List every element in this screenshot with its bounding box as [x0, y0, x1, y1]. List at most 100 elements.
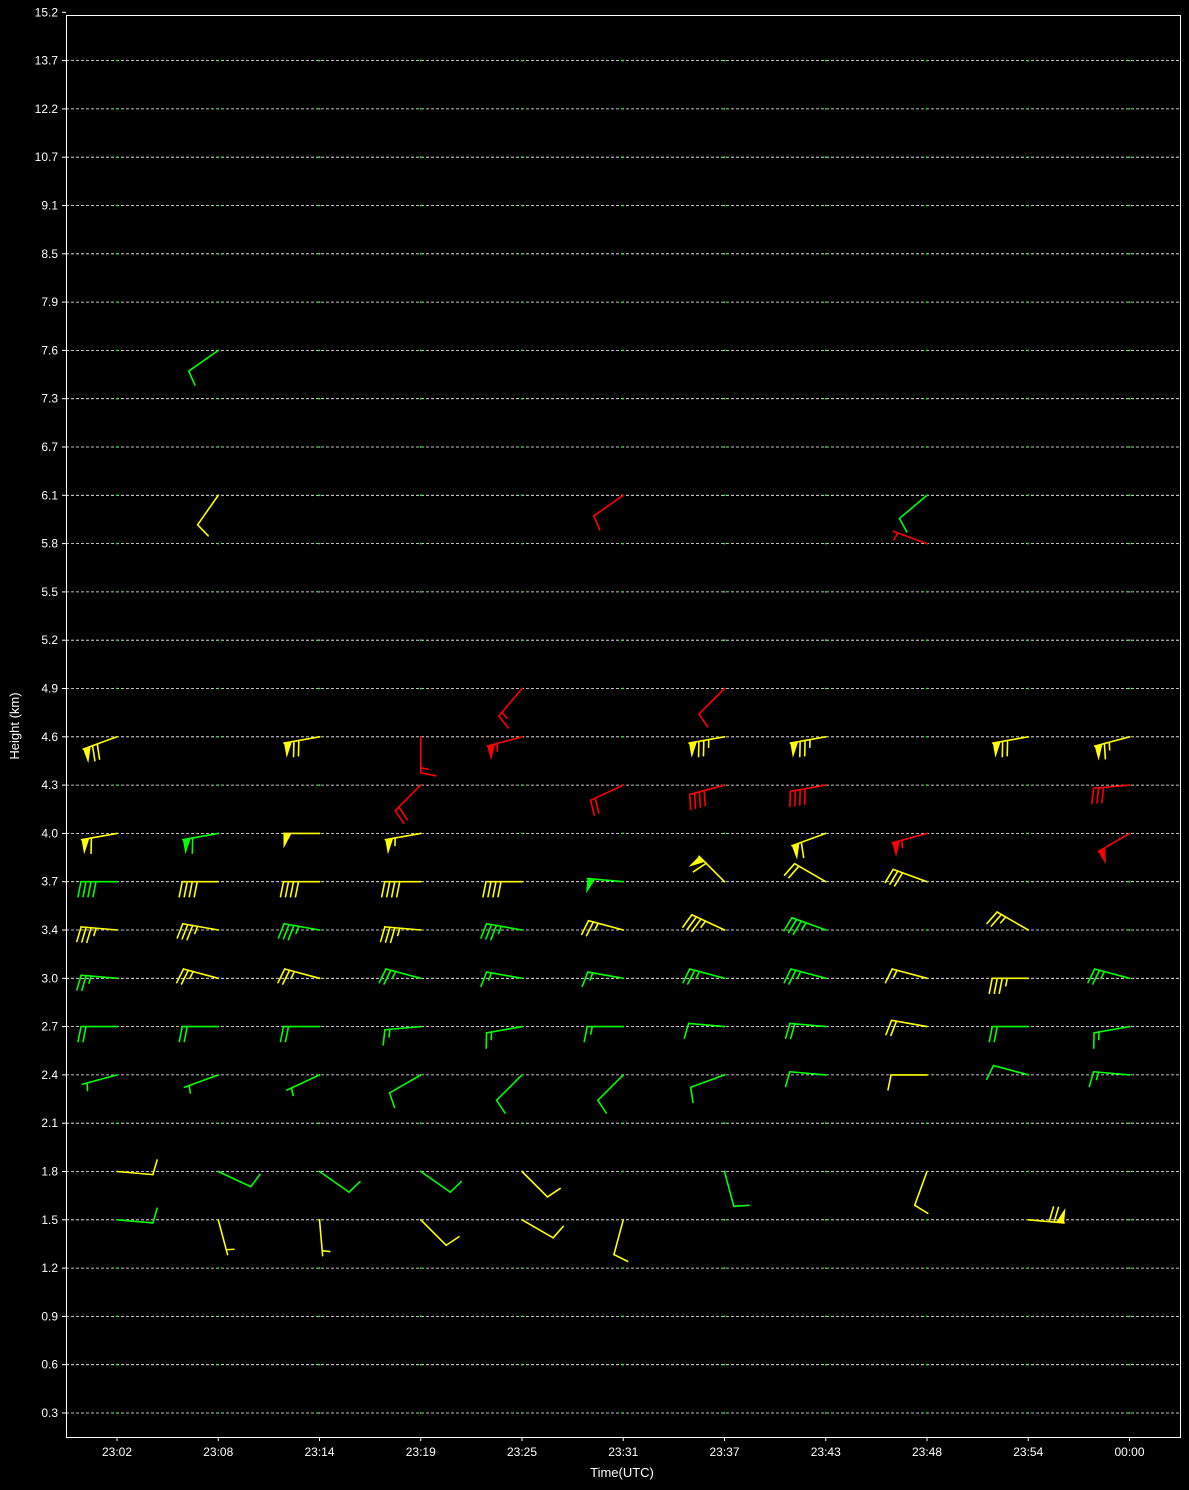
- calm-marker: [622, 204, 625, 207]
- calm-marker: [824, 397, 827, 400]
- calm-marker: [926, 639, 928, 642]
- calm-marker: [419, 591, 422, 593]
- calm-marker: [217, 397, 220, 400]
- calm-marker: [1128, 1267, 1131, 1269]
- y-tick-label: 2.1: [41, 1116, 58, 1130]
- calm-marker: [521, 639, 523, 642]
- calm-marker: [824, 542, 827, 545]
- x-tick-label: 23:25: [507, 1445, 537, 1459]
- calm-marker: [521, 591, 523, 593]
- calm-marker: [723, 1218, 726, 1221]
- calm-marker: [1128, 1363, 1131, 1366]
- calm-marker: [926, 687, 928, 690]
- calm-marker: [116, 494, 118, 497]
- calm-marker: [318, 1122, 321, 1125]
- calm-marker: [824, 1122, 827, 1125]
- calm-marker: [1027, 1412, 1030, 1414]
- calm-marker: [926, 446, 928, 448]
- y-tick-label: 15.2: [35, 5, 59, 19]
- calm-marker: [1027, 156, 1030, 159]
- barb-full-flag: [698, 791, 702, 808]
- calm-marker: [318, 494, 321, 497]
- calm-marker: [723, 1122, 726, 1125]
- x-tick-label: 23:48: [912, 1445, 942, 1459]
- calm-marker: [318, 1267, 321, 1269]
- y-tick-label: 2.7: [41, 1020, 58, 1034]
- calm-marker: [926, 59, 928, 62]
- calm-marker: [318, 204, 321, 207]
- calm-marker: [723, 204, 726, 207]
- calm-marker: [622, 1122, 625, 1125]
- barb-full-flag: [733, 1204, 750, 1208]
- y-tick-label: 12.2: [35, 102, 59, 116]
- calm-marker: [1128, 1218, 1131, 1221]
- y-tick-label: 4.6: [41, 730, 58, 744]
- calm-marker: [1027, 1315, 1030, 1318]
- calm-marker: [521, 1412, 523, 1414]
- calm-marker: [622, 639, 625, 642]
- calm-marker: [116, 59, 118, 62]
- calm-marker: [926, 301, 928, 303]
- x-tick-label: 23:14: [304, 1445, 334, 1459]
- calm-marker: [1027, 542, 1030, 545]
- y-tick-label: 1.5: [41, 1213, 58, 1227]
- calm-marker: [318, 59, 321, 62]
- calm-marker: [521, 784, 523, 786]
- calm-marker: [1128, 252, 1131, 255]
- calm-marker: [1128, 880, 1131, 883]
- calm-marker: [217, 639, 220, 642]
- calm-marker: [1128, 1412, 1131, 1414]
- calm-marker: [1027, 1122, 1030, 1125]
- calm-marker: [723, 108, 726, 110]
- calm-marker: [419, 252, 422, 255]
- calm-marker: [723, 156, 726, 159]
- calm-marker: [824, 591, 827, 593]
- calm-marker: [116, 687, 118, 690]
- calm-marker: [824, 1218, 827, 1221]
- calm-marker: [723, 349, 726, 352]
- calm-marker: [419, 301, 422, 303]
- calm-marker: [622, 1412, 625, 1414]
- calm-marker: [1027, 784, 1030, 786]
- calm-marker: [116, 1315, 118, 1318]
- calm-marker: [824, 1170, 827, 1173]
- calm-marker: [723, 252, 726, 255]
- calm-marker: [926, 1315, 928, 1318]
- y-tick-label: 3.0: [41, 971, 58, 985]
- x-tick-label: 23:02: [102, 1445, 132, 1459]
- x-tick-label: 23:19: [406, 1445, 436, 1459]
- calm-marker: [622, 1267, 625, 1269]
- calm-marker: [723, 1267, 726, 1269]
- calm-marker: [318, 252, 321, 255]
- calm-marker: [622, 687, 625, 690]
- calm-marker: [622, 1170, 625, 1173]
- barb-full-flag: [703, 789, 707, 807]
- calm-marker: [926, 929, 928, 931]
- calm-marker: [824, 1315, 827, 1318]
- calm-marker: [926, 1267, 928, 1269]
- calm-marker: [926, 252, 928, 255]
- y-tick-label: 8.5: [41, 247, 58, 261]
- calm-marker: [116, 349, 118, 352]
- calm-marker: [419, 494, 422, 497]
- calm-marker: [824, 1267, 827, 1269]
- calm-marker: [419, 397, 422, 400]
- calm-marker: [419, 542, 422, 545]
- calm-marker: [1128, 204, 1131, 207]
- calm-marker: [622, 108, 625, 110]
- calm-marker: [824, 156, 827, 159]
- calm-marker: [217, 301, 220, 303]
- barb-half-flag: [388, 1028, 391, 1038]
- calm-marker: [217, 591, 220, 593]
- calm-marker: [1128, 349, 1131, 352]
- calm-marker: [217, 1267, 220, 1269]
- calm-marker: [419, 108, 422, 110]
- y-tick-label: 7.9: [41, 295, 58, 309]
- calm-marker: [824, 349, 827, 352]
- x-tick-label: 23:08: [203, 1445, 233, 1459]
- calm-marker: [926, 1363, 928, 1366]
- calm-marker: [318, 784, 321, 786]
- calm-marker: [116, 301, 118, 303]
- barb-full-flag: [688, 793, 692, 811]
- calm-marker: [1027, 1267, 1030, 1269]
